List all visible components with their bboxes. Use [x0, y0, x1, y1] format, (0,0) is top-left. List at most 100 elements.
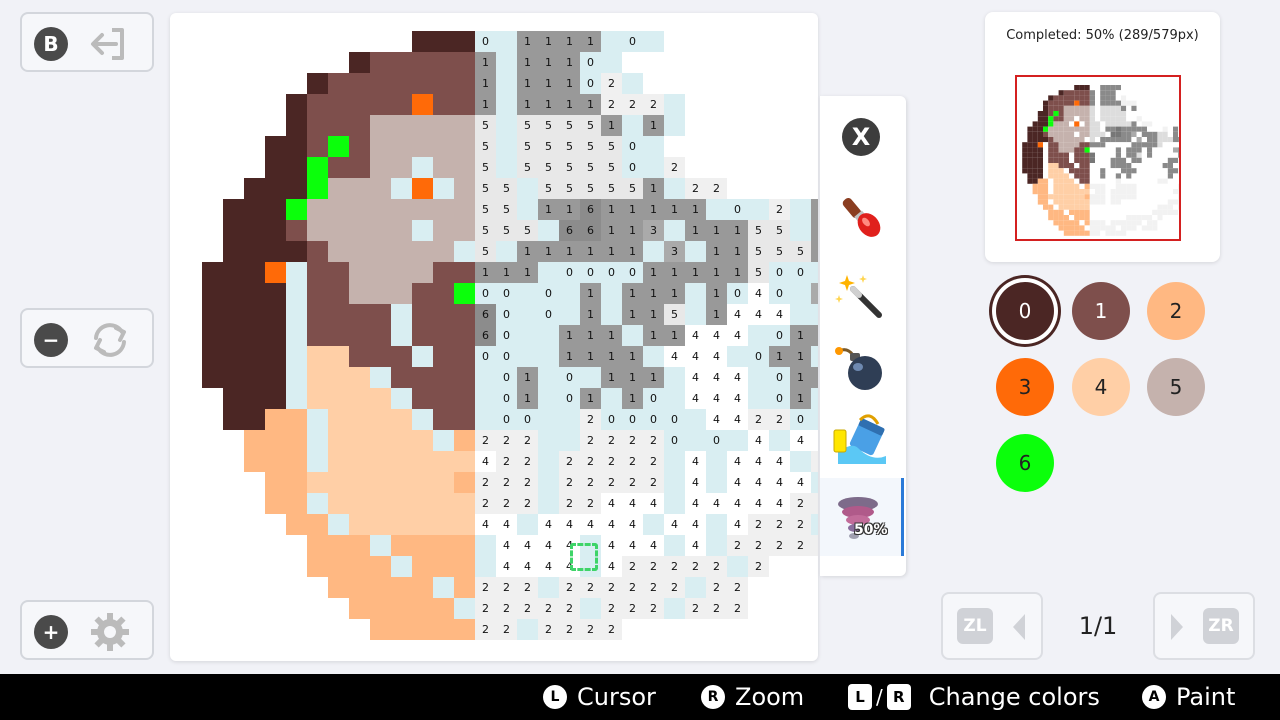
- grid-cell[interactable]: 0: [559, 367, 580, 388]
- grid-cell[interactable]: [412, 157, 433, 178]
- grid-cell[interactable]: [349, 220, 370, 241]
- grid-cell[interactable]: [391, 472, 412, 493]
- grid-cell[interactable]: 4: [685, 388, 706, 409]
- grid-cell[interactable]: [433, 136, 454, 157]
- grid-cell[interactable]: 1: [580, 31, 601, 52]
- palette-swatch-0[interactable]: 0: [996, 282, 1054, 340]
- grid-cell[interactable]: [286, 346, 307, 367]
- grid-cell[interactable]: [538, 472, 559, 493]
- grid-cell[interactable]: 6: [580, 199, 601, 220]
- grid-cell[interactable]: [433, 283, 454, 304]
- grid-cell[interactable]: 2: [664, 577, 685, 598]
- grid-cell[interactable]: [223, 346, 244, 367]
- grid-cell[interactable]: [349, 115, 370, 136]
- grid-cell[interactable]: [622, 325, 643, 346]
- grid-cell[interactable]: [433, 220, 454, 241]
- grid-cell[interactable]: [538, 430, 559, 451]
- grid-cell[interactable]: [433, 451, 454, 472]
- grid-cell[interactable]: 5: [559, 115, 580, 136]
- grid-cell[interactable]: [349, 178, 370, 199]
- grid-cell[interactable]: 2: [643, 577, 664, 598]
- grid-cell[interactable]: 1: [811, 220, 818, 241]
- grid-cell[interactable]: [265, 346, 286, 367]
- grid-cell[interactable]: 5: [559, 157, 580, 178]
- grid-cell[interactable]: 2: [601, 619, 622, 640]
- grid-cell[interactable]: [454, 388, 475, 409]
- grid-cell[interactable]: [412, 577, 433, 598]
- grid-cell[interactable]: [244, 220, 265, 241]
- palette-swatch-3[interactable]: 3: [996, 358, 1054, 416]
- grid-cell[interactable]: [244, 262, 265, 283]
- grid-cell[interactable]: 5: [496, 199, 517, 220]
- grid-cell[interactable]: [412, 430, 433, 451]
- grid-cell[interactable]: 5: [538, 115, 559, 136]
- grid-cell[interactable]: 0: [643, 388, 664, 409]
- grid-cell[interactable]: 4: [496, 535, 517, 556]
- grid-cell[interactable]: [601, 388, 622, 409]
- grid-cell[interactable]: 1: [517, 94, 538, 115]
- bucket-tool-button[interactable]: [826, 406, 896, 476]
- grid-cell[interactable]: [685, 283, 706, 304]
- grid-cell[interactable]: [202, 283, 223, 304]
- grid-cell[interactable]: [433, 556, 454, 577]
- grid-cell[interactable]: [370, 556, 391, 577]
- grid-cell[interactable]: [433, 304, 454, 325]
- grid-cell[interactable]: 2: [727, 598, 748, 619]
- grid-cell[interactable]: [286, 115, 307, 136]
- grid-cell[interactable]: 1: [517, 388, 538, 409]
- grid-cell[interactable]: [349, 367, 370, 388]
- grid-cell[interactable]: 3: [664, 241, 685, 262]
- grid-cell[interactable]: 5: [475, 157, 496, 178]
- grid-cell[interactable]: 2: [580, 451, 601, 472]
- grid-cell[interactable]: [328, 304, 349, 325]
- grid-cell[interactable]: [370, 472, 391, 493]
- bomb-tool-button[interactable]: [826, 332, 896, 402]
- grid-cell[interactable]: [664, 472, 685, 493]
- grid-cell[interactable]: [370, 619, 391, 640]
- grid-cell[interactable]: [349, 577, 370, 598]
- grid-cell[interactable]: [223, 388, 244, 409]
- grid-cell[interactable]: 1: [538, 241, 559, 262]
- grid-cell[interactable]: [328, 577, 349, 598]
- grid-cell[interactable]: 4: [790, 472, 811, 493]
- grid-cell[interactable]: 1: [706, 283, 727, 304]
- grid-cell[interactable]: [244, 241, 265, 262]
- grid-cell[interactable]: 2: [559, 598, 580, 619]
- grid-cell[interactable]: [412, 493, 433, 514]
- grid-cell[interactable]: 0: [748, 346, 769, 367]
- zoom-out-button[interactable]: −: [20, 308, 154, 368]
- grid-cell[interactable]: 3: [811, 283, 818, 304]
- grid-cell[interactable]: 2: [643, 598, 664, 619]
- grid-cell[interactable]: [454, 472, 475, 493]
- grid-cell[interactable]: 2: [706, 178, 727, 199]
- grid-cell[interactable]: [496, 241, 517, 262]
- back-button[interactable]: B: [20, 12, 154, 72]
- grid-cell[interactable]: [223, 283, 244, 304]
- grid-cell[interactable]: [307, 493, 328, 514]
- prev-page-button[interactable]: ZL: [941, 592, 1043, 660]
- grid-cell[interactable]: [433, 73, 454, 94]
- grid-cell[interactable]: 4: [538, 556, 559, 577]
- grid-cell[interactable]: 5: [475, 199, 496, 220]
- close-tool-button[interactable]: X: [826, 102, 896, 172]
- grid-cell[interactable]: [391, 115, 412, 136]
- grid-cell[interactable]: [328, 409, 349, 430]
- grid-cell[interactable]: [265, 136, 286, 157]
- grid-cell[interactable]: 1: [538, 73, 559, 94]
- grid-cell[interactable]: 4: [769, 472, 790, 493]
- grid-cell[interactable]: [538, 346, 559, 367]
- grid-cell[interactable]: [286, 94, 307, 115]
- grid-cell[interactable]: 1: [538, 31, 559, 52]
- grid-cell[interactable]: 1: [664, 262, 685, 283]
- grid-cell[interactable]: [622, 115, 643, 136]
- grid-cell[interactable]: [202, 346, 223, 367]
- grid-cell[interactable]: 1: [664, 199, 685, 220]
- grid-cell[interactable]: 0: [769, 262, 790, 283]
- grid-cell[interactable]: [328, 325, 349, 346]
- grid-cell[interactable]: 4: [496, 556, 517, 577]
- grid-cell[interactable]: [286, 241, 307, 262]
- grid-cell[interactable]: 0: [664, 430, 685, 451]
- grid-cell[interactable]: [685, 241, 706, 262]
- grid-cell[interactable]: 4: [538, 535, 559, 556]
- grid-cell[interactable]: [202, 262, 223, 283]
